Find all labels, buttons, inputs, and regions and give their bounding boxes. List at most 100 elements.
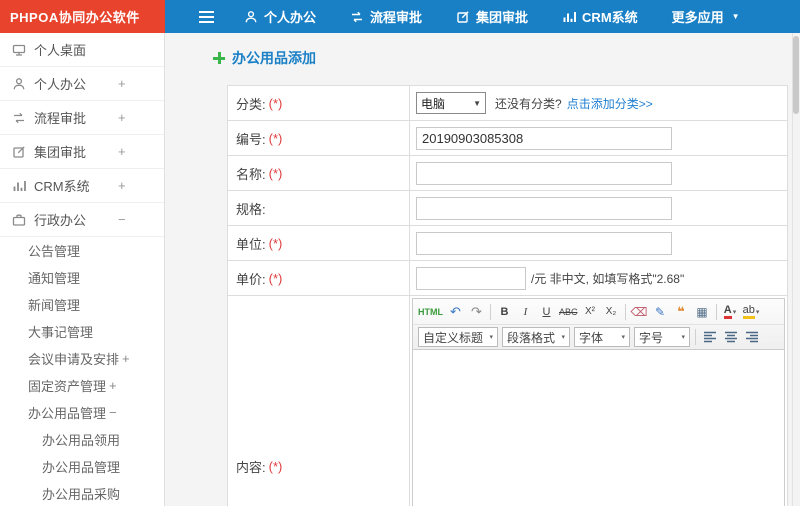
expand-toggle[interactable]: + xyxy=(118,76,126,91)
expand-toggle[interactable]: + xyxy=(118,144,126,159)
dropdown-label: 段落格式 xyxy=(507,330,556,345)
paragraph-format-select[interactable]: 段落格式 ▾ xyxy=(502,327,570,347)
expand-toggle[interactable]: − xyxy=(118,212,126,227)
add-supply-form: 分类: (*) 电脑 ▼ 还没有分类? 点击添加分类>> 编号: (*) 201… xyxy=(227,85,788,506)
align-center-icon[interactable] xyxy=(720,327,741,347)
content-label: 内容: (*) xyxy=(228,296,410,506)
sidebar-item-news-management[interactable]: 新闻管理 xyxy=(0,291,164,318)
price-input[interactable] xyxy=(416,266,526,290)
underline-icon[interactable]: U xyxy=(537,302,556,322)
italic-icon[interactable]: I xyxy=(516,302,535,322)
remove-format-icon[interactable]: ⌫ xyxy=(630,302,649,322)
caret-down-icon: ▾ xyxy=(621,334,625,341)
undo-icon[interactable]: ↶ xyxy=(446,302,465,322)
sidebar-item-office-supplies-management-sub[interactable]: 办公用品管理 xyxy=(0,453,164,480)
editor-body[interactable] xyxy=(413,350,784,506)
price-label: 单价: (*) xyxy=(228,261,410,295)
nav-personal-office[interactable]: 个人办公 xyxy=(227,0,333,33)
label-text: 分类: xyxy=(236,96,266,112)
format-painter-icon[interactable]: ✎ xyxy=(651,302,670,322)
sidebar-item-fixed-assets-management[interactable]: 固定资产管理 + xyxy=(0,372,164,399)
redo-icon[interactable]: ↷ xyxy=(467,302,486,322)
add-icon xyxy=(213,52,225,64)
font-size-select[interactable]: 字号 ▾ xyxy=(634,327,690,347)
sidebar-item-label: 个人办公 xyxy=(34,77,87,92)
nav-crm-system[interactable]: CRM系统 xyxy=(545,0,655,33)
align-left-icon[interactable] xyxy=(699,327,720,347)
briefcase-icon xyxy=(12,213,26,227)
sidebar-item-admin-office[interactable]: 行政办公 − xyxy=(0,203,164,237)
superscript-icon[interactable]: X² xyxy=(581,302,600,322)
edit-icon xyxy=(456,10,470,24)
highlight-letter: ab xyxy=(742,304,755,320)
nav-label: 集团审批 xyxy=(476,10,529,25)
form-row-spec: 规格: xyxy=(228,191,787,226)
add-category-link[interactable]: 点击添加分类>> xyxy=(567,95,653,112)
font-color-letter: A xyxy=(723,304,732,320)
sidebar-item-announcement-management[interactable]: 公告管理 xyxy=(0,237,164,264)
sidebar-item-crm-system[interactable]: CRM系统 + xyxy=(0,169,164,203)
html-source-icon[interactable]: HTML xyxy=(417,302,444,322)
subscript-icon[interactable]: X₂ xyxy=(602,302,621,322)
sidebar-item-memorabilia-management[interactable]: 大事记管理 xyxy=(0,318,164,345)
sidebar-item-notice-management[interactable]: 通知管理 xyxy=(0,264,164,291)
sidebar-item-personal-office[interactable]: 个人办公 + xyxy=(0,67,164,101)
expand-toggle[interactable]: − xyxy=(109,405,117,420)
sidebar-item-office-supplies-management[interactable]: 办公用品管理 − xyxy=(0,399,164,426)
hamburger-icon[interactable] xyxy=(195,6,217,28)
desktop-icon xyxy=(12,43,26,57)
nav-group-approval[interactable]: 集团审批 xyxy=(439,0,545,33)
required-mark: (*) xyxy=(268,270,283,286)
highlight-icon[interactable]: ab ▾ xyxy=(742,302,761,322)
page-title-row: 办公用品添加 xyxy=(165,33,800,68)
sidebar: 个人桌面 个人办公 + 流程审批 + 集团审批 + CRM系统 + 行政办公 −… xyxy=(0,33,165,506)
bold-icon[interactable]: B xyxy=(495,302,514,322)
category-select[interactable]: 电脑 ▼ xyxy=(416,92,486,114)
sidebar-item-label: 大事记管理 xyxy=(28,325,94,340)
expand-toggle[interactable]: + xyxy=(118,110,126,125)
caret-down-icon: ▾ xyxy=(489,334,493,341)
app-logo: PHPOA协同办公软件 xyxy=(0,0,165,33)
sidebar-item-process-approval[interactable]: 流程审批 + xyxy=(0,101,164,135)
caret-down-icon: ▾ xyxy=(732,308,737,316)
top-nav: 个人办公 流程审批 集团审批 CRM系统 更多应用 ▼ xyxy=(227,0,757,33)
required-mark: (*) xyxy=(268,458,283,474)
sidebar-item-group-approval[interactable]: 集团审批 + xyxy=(0,135,164,169)
strikethrough-icon[interactable]: ABC xyxy=(558,302,579,322)
name-input[interactable] xyxy=(416,161,672,185)
selected-option: 电脑 xyxy=(421,96,446,111)
expand-toggle[interactable]: + xyxy=(122,351,130,366)
sidebar-item-label: 行政办公 xyxy=(34,213,87,228)
sidebar-item-office-supplies-purchase[interactable]: 办公用品采购 xyxy=(0,480,164,506)
person-icon xyxy=(12,77,26,91)
vertical-scrollbar[interactable] xyxy=(792,33,800,506)
font-family-select[interactable]: 字体 ▾ xyxy=(574,327,630,347)
custom-title-select[interactable]: 自定义标题 ▾ xyxy=(418,327,498,347)
table-icon[interactable]: ▦ xyxy=(693,302,712,322)
scrollbar-thumb[interactable] xyxy=(793,36,799,114)
sidebar-item-label: 通知管理 xyxy=(28,271,81,286)
category-label: 分类: (*) xyxy=(228,86,410,120)
align-right-icon[interactable] xyxy=(741,327,762,347)
toolbar-separator xyxy=(715,303,717,320)
form-row-category: 分类: (*) 电脑 ▼ 还没有分类? 点击添加分类>> xyxy=(228,86,787,121)
dropdown-label: 字号 xyxy=(639,330,664,345)
name-label: 名称: (*) xyxy=(228,156,410,190)
font-color-icon[interactable]: A ▾ xyxy=(721,302,740,322)
unit-input[interactable] xyxy=(416,231,672,255)
caret-down-icon: ▼ xyxy=(473,98,481,108)
nav-process-approval[interactable]: 流程审批 xyxy=(333,0,439,33)
sidebar-item-office-supplies-requisition[interactable]: 办公用品领用 xyxy=(0,426,164,453)
expand-toggle[interactable]: + xyxy=(109,378,117,393)
sidebar-item-personal-desktop[interactable]: 个人桌面 xyxy=(0,33,164,67)
sidebar-item-label: 办公用品领用 xyxy=(42,433,121,448)
dropdown-label: 自定义标题 xyxy=(423,330,484,345)
nav-more-apps[interactable]: 更多应用 ▼ xyxy=(655,0,757,33)
spec-input[interactable] xyxy=(416,196,672,220)
blockquote-icon[interactable]: ❝ xyxy=(672,302,691,322)
code-input[interactable] xyxy=(416,126,672,150)
sidebar-item-meeting-request[interactable]: 会议申请及安排 + xyxy=(0,345,164,372)
required-mark: (*) xyxy=(268,130,283,146)
expand-toggle[interactable]: + xyxy=(118,178,126,193)
nav-label: 个人办公 xyxy=(264,10,317,25)
